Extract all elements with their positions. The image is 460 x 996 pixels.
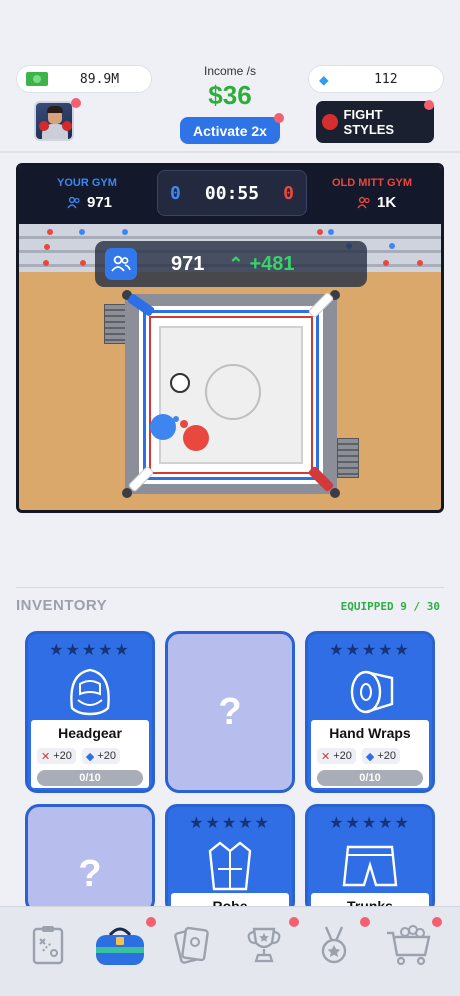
- defense-stat: ◆ +20: [81, 748, 121, 764]
- gem-value: 112: [374, 71, 398, 87]
- activate-2x-button[interactable]: Activate 2x: [180, 117, 280, 144]
- gem-icon: ◆: [319, 69, 329, 89]
- boxing-glove-icon: [322, 114, 338, 130]
- inventory-card-empty[interactable]: ?: [25, 804, 155, 914]
- cash-counter[interactable]: 89.9M: [16, 65, 152, 93]
- card-level: 0/10: [37, 770, 143, 786]
- ring-stairs: [104, 304, 126, 344]
- attack-stat: ✕ +20: [37, 748, 76, 764]
- cash-value: 89.9M: [79, 71, 120, 87]
- home-team-name: YOUR GYM: [57, 177, 117, 189]
- unknown-item-label: ?: [218, 690, 242, 733]
- fight-styles-button[interactable]: FIGHT STYLES: [316, 101, 434, 143]
- notification-dot: [146, 917, 156, 927]
- trophy-icon: [247, 927, 281, 963]
- notification-dot: [274, 113, 284, 123]
- ring-stairs: [337, 438, 359, 478]
- cash-icon: [26, 72, 48, 86]
- inventory-divider: [16, 587, 444, 588]
- inventory-card-hand-wraps[interactable]: ★★★★★ Hand Wraps ✕ +20 ◆ +20 0/10: [305, 631, 435, 793]
- home-fighter-glove: [173, 416, 179, 422]
- gym-bag-icon: [96, 927, 144, 965]
- nav-strategy[interactable]: [20, 917, 76, 973]
- ring-post: [122, 488, 132, 498]
- people-icon: [357, 196, 370, 208]
- nav-shop[interactable]: [380, 917, 436, 973]
- star-rating: ★★★★★: [329, 815, 411, 832]
- bottom-navigation: [0, 906, 460, 996]
- player-avatar[interactable]: [34, 101, 74, 141]
- fight-styles-label: FIGHT STYLES: [343, 107, 395, 137]
- people-icon: [105, 248, 137, 280]
- attendance-banner: 971 ⌃ +481: [95, 241, 367, 287]
- attack-stat: ✕ +20: [317, 748, 356, 764]
- arena-view[interactable]: YOUR GYM 971 0 00:55 0 OLD MITT GYM 1K 9…: [16, 163, 444, 513]
- home-fan-count: 971: [87, 194, 113, 211]
- headgear-icon: [70, 668, 110, 716]
- card-level: 0/10: [317, 770, 423, 786]
- star-rating: ★★★★★: [189, 815, 271, 832]
- people-icon: [67, 196, 80, 208]
- inventory-card-robe[interactable]: ★★★★★ Robe: [165, 804, 295, 914]
- gem-counter[interactable]: ◆ 112: [308, 65, 444, 93]
- away-fan-count: 1K: [377, 194, 397, 211]
- star-rating: ★★★★★: [49, 642, 131, 659]
- attendance-gain: +481: [249, 252, 295, 275]
- swords-icon: ✕: [321, 750, 331, 763]
- card-name: Headgear: [58, 725, 122, 741]
- hand-wraps-icon: [350, 670, 394, 714]
- trunks-icon: [342, 845, 398, 887]
- star-rating: ★★★★★: [329, 642, 411, 659]
- nav-trophies[interactable]: [236, 917, 292, 973]
- notification-dot: [71, 98, 81, 108]
- away-team-name: OLD MITT GYM: [332, 177, 413, 189]
- notification-dot: [424, 100, 434, 110]
- double-chevron-up-icon: ⌃: [228, 253, 244, 274]
- medal-icon: [321, 926, 347, 964]
- ring-post: [330, 488, 340, 498]
- defense-stat: ◆ +20: [361, 748, 401, 764]
- away-team-fans: 1K: [357, 194, 396, 211]
- card-name: Hand Wraps: [329, 725, 411, 741]
- away-score: 0: [283, 182, 294, 204]
- inventory-card-empty[interactable]: ?: [165, 631, 295, 793]
- inventory-title: INVENTORY: [16, 597, 108, 614]
- away-fighter: [183, 425, 209, 451]
- attendance-count: 971: [171, 252, 205, 275]
- inventory-card-headgear[interactable]: ★★★★★ Headgear ✕ +20 ◆ +20 0/10: [25, 631, 155, 793]
- shield-icon: ◆: [365, 750, 375, 763]
- timer-value: 00:55: [204, 182, 260, 204]
- robe-icon: [208, 841, 252, 891]
- strategy-board-icon: [32, 926, 64, 965]
- nav-cards[interactable]: [164, 917, 220, 973]
- income-label: Income /s: [203, 64, 257, 78]
- inventory-card-trunks[interactable]: ★★★★★ Trunks: [305, 804, 435, 914]
- swords-icon: ✕: [41, 750, 51, 763]
- home-team-fans: 971: [67, 194, 112, 211]
- home-score: 0: [170, 182, 181, 204]
- cards-icon: [174, 926, 209, 964]
- equipped-count: EQUIPPED 9 / 30: [340, 600, 440, 613]
- ring-center-circle: [205, 364, 261, 420]
- income-value: $36: [208, 80, 252, 110]
- unknown-item-label: ?: [78, 852, 102, 895]
- nav-medals[interactable]: [306, 917, 362, 973]
- shield-icon: ◆: [85, 750, 95, 763]
- match-timer: 0 00:55 0: [157, 170, 307, 216]
- away-fighter-glove: [180, 420, 188, 428]
- header-divider: [0, 151, 460, 153]
- shop-cart-icon: [387, 925, 431, 966]
- nav-gym-bag[interactable]: [92, 917, 148, 973]
- scoreboard: YOUR GYM 971 0 00:55 0 OLD MITT GYM 1K: [19, 166, 441, 224]
- referee: [170, 373, 190, 393]
